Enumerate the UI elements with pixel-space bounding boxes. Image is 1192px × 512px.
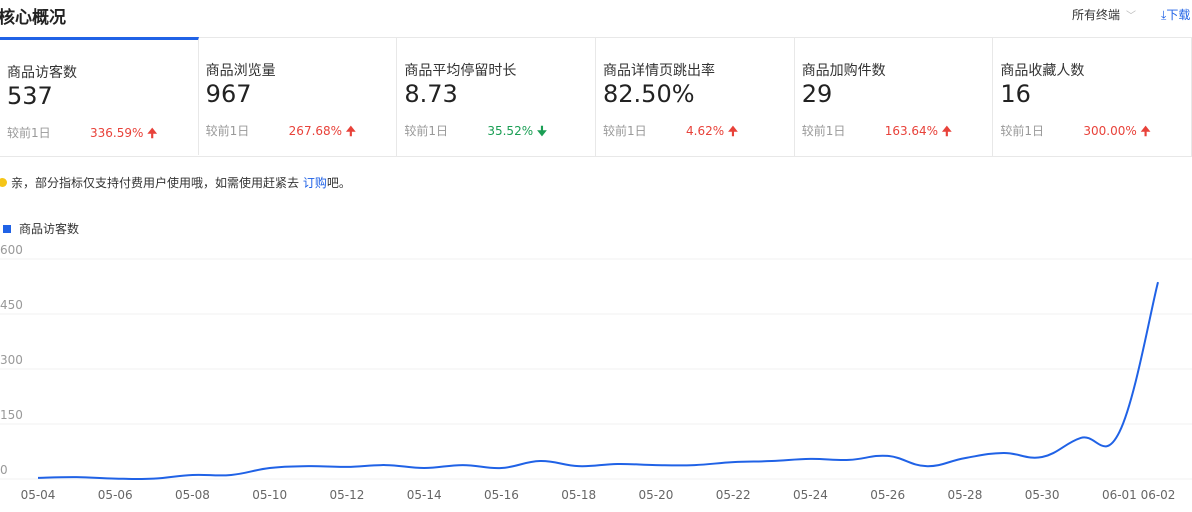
x-tick-label: 05-06 <box>98 488 133 502</box>
line-chart: 0 150 300 450 600 05-04 05-06 05-08 05-10 05-12 05… <box>0 243 1192 502</box>
x-tick-label: 05-24 <box>793 488 828 502</box>
y-tick-label: 300 <box>0 353 23 367</box>
series-line <box>37 281 1159 481</box>
x-tick-label: 05-08 <box>175 488 210 502</box>
x-tick-label: 05-20 <box>638 488 673 502</box>
y-tick-label: 0 <box>0 463 8 477</box>
x-tick-label: 06-02 <box>1141 488 1176 502</box>
x-tick-label: 05-14 <box>407 488 442 502</box>
x-tick-label: 06-01 <box>1102 488 1137 502</box>
y-tick-label: 450 <box>0 298 23 312</box>
x-tick-label: 05-18 <box>561 488 596 502</box>
x-tick-label: 05-30 <box>1025 488 1060 502</box>
x-tick-label: 05-22 <box>716 488 751 502</box>
x-tick-label: 05-26 <box>870 488 905 502</box>
x-tick-label: 05-16 <box>484 488 519 502</box>
x-tick-label: 05-28 <box>947 488 982 502</box>
x-tick-label: 05-12 <box>330 488 365 502</box>
y-tick-label: 150 <box>0 408 23 422</box>
x-tick-label: 05-04 <box>21 488 56 502</box>
y-tick-label: 600 <box>0 243 23 257</box>
x-tick-label: 05-10 <box>252 488 287 502</box>
